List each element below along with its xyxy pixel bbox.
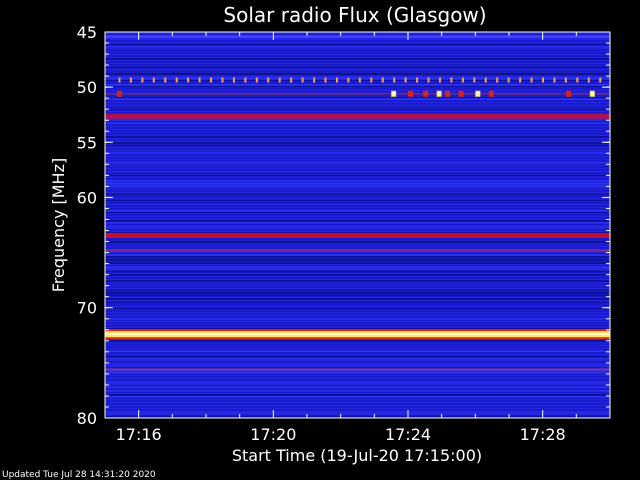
frequency-band bbox=[105, 113, 610, 119]
x-tick-label: 17:20 bbox=[250, 425, 296, 444]
burst-mark bbox=[423, 90, 429, 97]
band-dot bbox=[404, 77, 407, 83]
band-dot bbox=[530, 77, 533, 83]
y-tick-label: 70 bbox=[77, 299, 97, 318]
band-dot bbox=[232, 77, 235, 83]
y-tick-label: 50 bbox=[77, 78, 97, 97]
band-dot bbox=[393, 77, 396, 83]
burst-mark bbox=[488, 90, 494, 97]
band-dot bbox=[164, 77, 167, 83]
burst-core bbox=[476, 91, 480, 96]
band-dot bbox=[244, 77, 247, 83]
plot-noise-overlay bbox=[105, 32, 610, 418]
band-dot bbox=[484, 77, 487, 83]
band-dot bbox=[175, 77, 178, 83]
solar-radio-flux-chart: Solar radio Flux (Glasgow) 455055607080 … bbox=[2, 3, 611, 480]
y-tick-label: 45 bbox=[77, 23, 97, 42]
band-dot bbox=[210, 77, 213, 83]
band-dot bbox=[278, 77, 281, 83]
band-dot bbox=[541, 77, 544, 83]
band-dot bbox=[335, 77, 338, 83]
band-dot bbox=[507, 77, 510, 83]
burst-mark bbox=[408, 90, 413, 97]
x-tick-label: 17:28 bbox=[520, 425, 566, 444]
band-dot bbox=[473, 77, 476, 83]
band-dot bbox=[553, 77, 556, 83]
band-dot bbox=[221, 77, 224, 83]
updated-timestamp: Updated Tue Jul 28 14:31:20 2020 bbox=[2, 470, 156, 480]
band-dot bbox=[358, 77, 361, 83]
band-dot bbox=[267, 77, 270, 83]
band-dot bbox=[198, 77, 201, 83]
band-dot bbox=[129, 77, 132, 83]
burst-core bbox=[590, 91, 594, 96]
band-dot bbox=[381, 77, 384, 83]
band-dot bbox=[290, 77, 293, 83]
frequency-band bbox=[105, 92, 610, 95]
y-tick-label: 60 bbox=[77, 188, 97, 207]
band-dot bbox=[313, 77, 316, 83]
band-dot bbox=[564, 77, 567, 83]
band-dot bbox=[461, 77, 464, 83]
band-dot bbox=[599, 77, 602, 83]
y-tick-label: 80 bbox=[77, 409, 97, 428]
frequency-band bbox=[105, 368, 610, 371]
band-dot bbox=[519, 77, 522, 83]
band-dot bbox=[587, 77, 590, 83]
x-tick-label: 17:24 bbox=[385, 425, 431, 444]
burst-mark bbox=[458, 90, 464, 97]
band-dot bbox=[347, 77, 350, 83]
y-tick-label: 55 bbox=[77, 133, 97, 152]
band-dot bbox=[496, 77, 499, 83]
band-dot bbox=[152, 77, 155, 83]
burst-mark bbox=[116, 90, 122, 97]
chart-title: Solar radio Flux (Glasgow) bbox=[223, 3, 486, 27]
band-dot bbox=[438, 77, 441, 83]
band-dot bbox=[141, 77, 144, 83]
band-dot bbox=[576, 77, 579, 83]
band-dot bbox=[450, 77, 453, 83]
x-axis-title: Start Time (19-Jul-20 17:15:00) bbox=[232, 446, 482, 465]
band-dot bbox=[118, 77, 121, 83]
band-dot bbox=[187, 77, 190, 83]
x-tick-label: 17:16 bbox=[116, 425, 162, 444]
frequency-band bbox=[105, 232, 610, 238]
burst-core bbox=[437, 91, 441, 96]
band-dot bbox=[255, 77, 258, 83]
burst-core bbox=[392, 91, 396, 96]
band-dot bbox=[416, 77, 419, 83]
band-dot bbox=[324, 77, 327, 83]
burst-mark bbox=[445, 90, 451, 97]
frequency-band bbox=[105, 249, 610, 252]
band-dot bbox=[427, 77, 430, 83]
band-dot bbox=[301, 77, 304, 83]
burst-mark bbox=[566, 90, 572, 97]
frequency-band-center bbox=[105, 333, 610, 336]
y-axis-title: Frequency [MHz] bbox=[49, 158, 68, 292]
band-dot bbox=[370, 77, 373, 83]
